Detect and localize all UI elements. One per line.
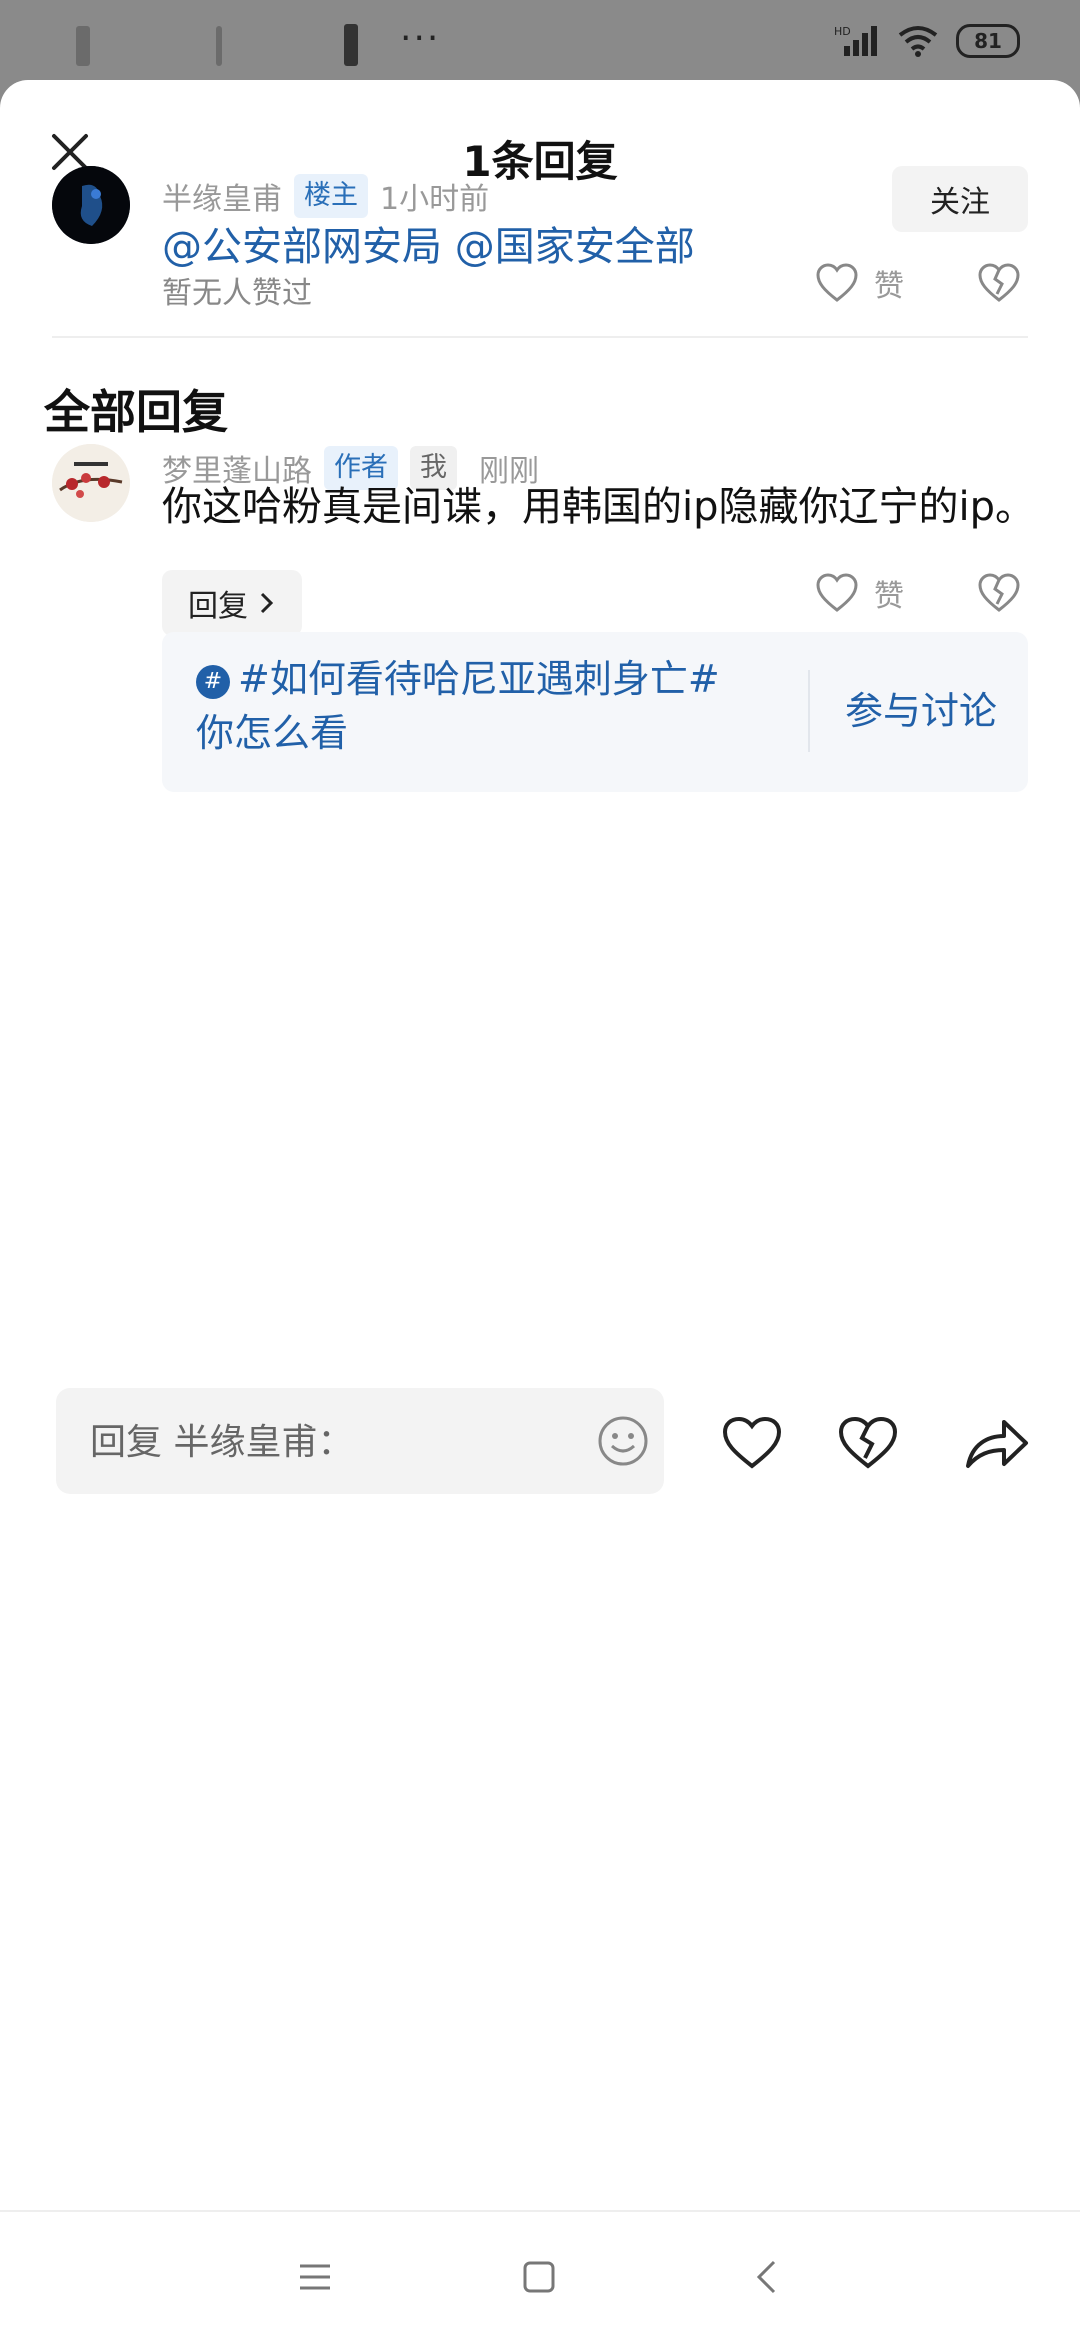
op-badge: 楼主 — [294, 174, 368, 218]
topic-text-wrap[interactable]: # #如何看待哈尼亚遇刺身亡#你怎么看 — [196, 652, 756, 760]
status-bar: ··· HD 81 — [0, 0, 1080, 80]
signal-icon: HD — [834, 25, 877, 56]
reply-sheet: 1条回复 半缘皇甫 楼主 1小时前 关注 @公安部网安局 @国家安全部 暂无人赞… — [0, 80, 1080, 2340]
reply-like-button[interactable]: 赞 — [814, 570, 904, 616]
system-nav-bar — [0, 2210, 1080, 2342]
divider — [808, 670, 810, 752]
author-name[interactable]: 半缘皇甫 — [162, 174, 282, 218]
like-button[interactable]: 赞 — [814, 260, 904, 306]
post-meta: 半缘皇甫 楼主 1小时前 — [162, 174, 489, 218]
likes-summary: 暂无人赞过 — [162, 276, 312, 311]
reply-input[interactable] — [88, 1388, 552, 1496]
reply-content[interactable]: 你这哈粉真是间谍，用韩国的ip隐藏你辽宁的ip。 — [162, 476, 1042, 538]
topic-card[interactable]: # #如何看待哈尼亚遇刺身亡#你怎么看 参与讨论 — [162, 632, 1028, 792]
notification-icon — [344, 24, 358, 66]
wifi-icon — [898, 26, 938, 57]
battery-icon: 81 — [956, 24, 1020, 58]
join-discussion-button[interactable]: 参与讨论 — [845, 680, 997, 735]
post-content[interactable]: @公安部网安局 @国家安全部 — [162, 214, 695, 272]
hashtag-icon: # — [196, 664, 230, 699]
share-icon[interactable] — [962, 1414, 1032, 1472]
notification-icon — [76, 26, 90, 66]
follow-button[interactable]: 关注 — [892, 166, 1028, 232]
more-notifications-icon: ··· — [400, 18, 441, 59]
section-title: 全部回复 — [44, 385, 228, 439]
avatar-image — [52, 444, 130, 522]
like-heart-icon[interactable] — [720, 1414, 784, 1472]
avatar[interactable] — [52, 166, 130, 244]
reply-button[interactable]: 回复 — [162, 570, 302, 636]
avatar-image — [52, 166, 130, 244]
broken-heart-icon[interactable] — [836, 1414, 900, 1472]
battery-level: 81 — [974, 29, 1002, 53]
reply-avatar[interactable] — [52, 444, 130, 522]
notification-icon — [216, 26, 222, 66]
menu-icon[interactable] — [298, 2262, 332, 2292]
like-label: 赞 — [874, 269, 904, 304]
network-type-label: HD — [834, 25, 851, 38]
reply-input-box[interactable] — [56, 1388, 664, 1496]
divider — [52, 336, 1028, 338]
like-label: 赞 — [874, 579, 904, 614]
back-icon[interactable] — [754, 2258, 778, 2296]
chevron-right-icon — [260, 592, 274, 614]
emoji-icon[interactable] — [596, 1414, 650, 1468]
heart-icon — [816, 263, 858, 302]
home-icon[interactable] — [522, 2260, 556, 2294]
topic-text: #如何看待哈尼亚遇刺身亡#你怎么看 — [196, 657, 720, 755]
post-time: 1小时前 — [380, 182, 490, 217]
dislike-icon[interactable] — [976, 260, 1022, 306]
heart-icon — [816, 573, 858, 612]
dislike-icon[interactable] — [976, 570, 1022, 616]
reply-button-label: 回复 — [188, 589, 248, 624]
